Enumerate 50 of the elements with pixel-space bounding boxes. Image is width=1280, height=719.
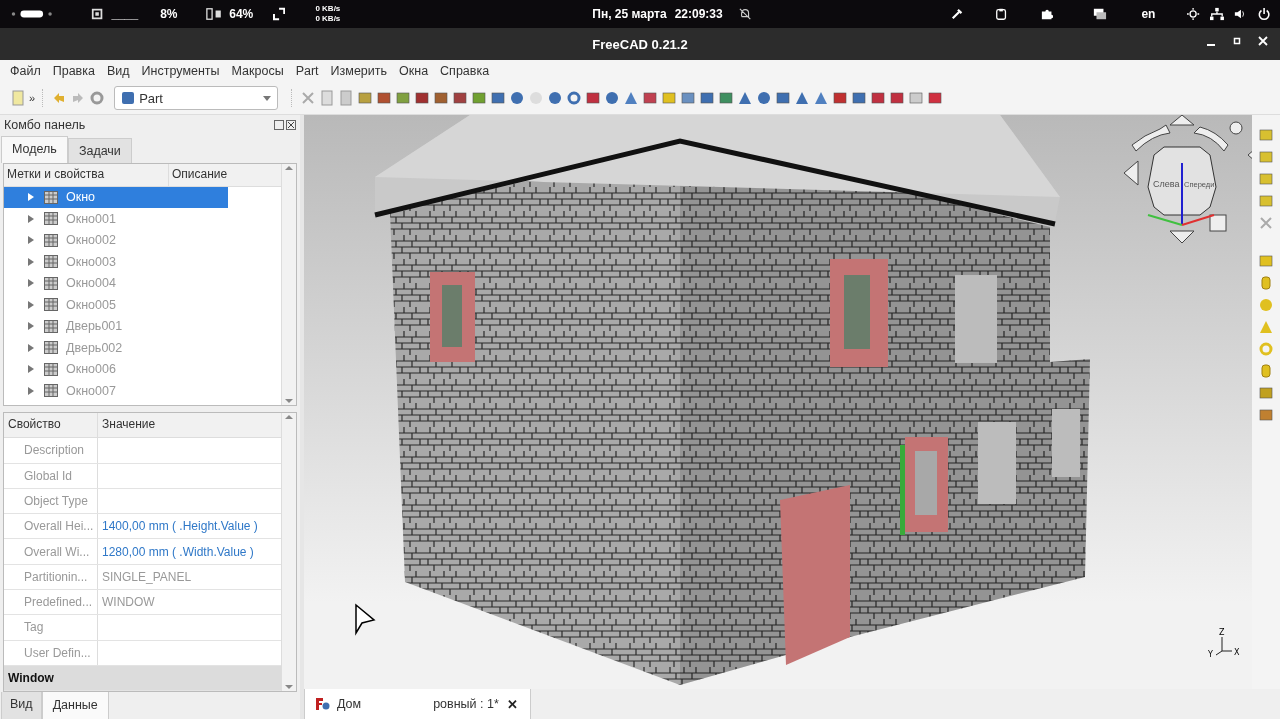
menu-item[interactable]: Вид — [100, 64, 136, 78]
menu-item[interactable]: Окна — [393, 64, 435, 78]
menu-item[interactable]: Инструменты — [135, 64, 226, 78]
menu-item[interactable]: Макросы — [225, 64, 290, 78]
property-name: Tag — [4, 615, 98, 640]
document-name: ровный : 1* — [433, 697, 499, 711]
upload-speed: 0 KB/s — [315, 4, 341, 14]
property-name: Description — [4, 438, 98, 463]
menu-item[interactable]: Измерить — [324, 64, 394, 78]
menu-item[interactable]: Справка — [434, 64, 496, 78]
property-name: Overall Hei... — [4, 514, 98, 539]
property-value[interactable]: 1400,00 mm ( .Height.Value ) — [98, 514, 281, 539]
column-header[interactable]: Свойство — [4, 413, 98, 438]
property-name: Global Id — [4, 463, 98, 488]
menu-item[interactable]: Файл — [4, 64, 47, 78]
panel-tab[interactable]: Модель — [1, 135, 68, 163]
workbench-dropdown[interactable]: Part — [114, 86, 279, 110]
memory-usage: 64% — [229, 7, 254, 21]
panel-tab[interactable]: Задачи — [67, 137, 132, 163]
axis-label: X — [1234, 648, 1240, 657]
property-group[interactable]: Window — [4, 665, 281, 692]
download-speed: 0 KB/s — [315, 14, 341, 24]
keyboard-layout[interactable]: en — [1141, 7, 1156, 21]
column-header[interactable]: Описание — [169, 163, 231, 186]
menu-item[interactable]: Part — [289, 64, 325, 78]
axis-label: Y — [1208, 650, 1213, 659]
property-name: Object Type — [4, 488, 98, 514]
property-name: Predefined... — [4, 590, 98, 615]
menu-item[interactable]: Правка — [46, 64, 101, 78]
cpu-usage: 8% — [160, 7, 178, 21]
document-name: Дом — [337, 697, 362, 711]
toolbar-overflow[interactable]: » — [29, 92, 36, 104]
panel-tab[interactable]: Вид — [1, 692, 42, 719]
clock[interactable]: 22:09:33 — [674, 7, 723, 21]
column-header[interactable]: Значение — [98, 413, 281, 438]
property-name: User Defin... — [4, 640, 98, 665]
cube-face-label[interactable]: Слева — [1153, 179, 1180, 189]
panel-title: Комбо панель — [4, 117, 86, 132]
cpu-graph: ____ — [111, 7, 139, 21]
document-tab[interactable]: Дом ровный : 1* ✕ — [304, 689, 531, 719]
axis-label: Z — [1219, 628, 1225, 637]
window-title: FreeCAD 0.21.2 — [592, 36, 688, 52]
property-name: Overall Wi... — [4, 539, 98, 564]
tree-item[interactable]: Окно — [4, 186, 228, 209]
property-value[interactable]: 1280,00 mm ( .Width.Value ) — [98, 539, 281, 564]
close-tab-button[interactable]: ✕ — [504, 696, 520, 712]
panel-tab[interactable]: Данные — [41, 692, 109, 719]
date[interactable]: Пн, 25 марта — [592, 7, 667, 21]
column-header[interactable]: Метки и свойства — [4, 163, 169, 186]
property-name: Partitionin... — [4, 564, 98, 589]
